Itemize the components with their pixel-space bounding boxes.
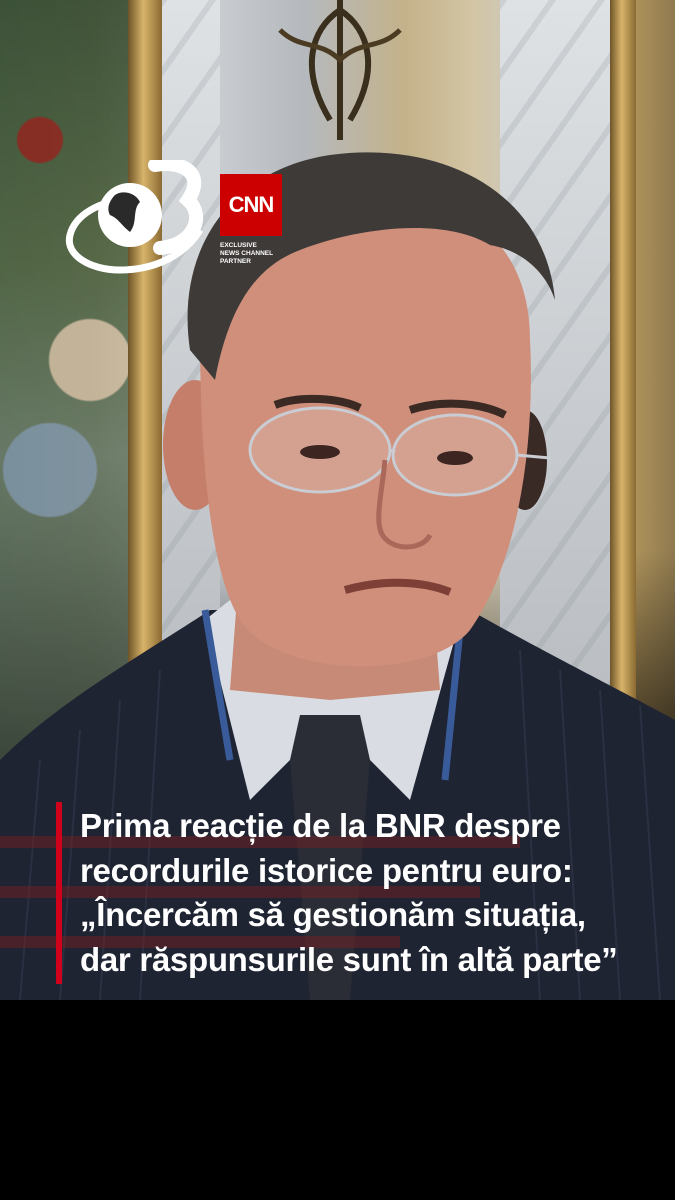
headline-line: „Încercăm să gestionăm situația, <box>80 896 586 933</box>
cnn-logo: CNN <box>220 174 282 236</box>
headline-accent-bar <box>56 802 62 984</box>
headline-block: Prima reacție de la BNR despre recorduri… <box>56 802 656 984</box>
cnn-partner-caption: EXCLUSIVE NEWS CHANNEL PARTNER <box>220 242 310 266</box>
headline-text: Prima reacție de la BNR despre recorduri… <box>80 804 656 982</box>
headline-line: dar răspunsurile sunt în altă parte” <box>80 940 618 978</box>
cnn-partner-line: EXCLUSIVE <box>220 242 257 249</box>
cnn-logo-text: CNN <box>228 192 275 217</box>
headline-line: recordurile istorice pentru euro: <box>80 851 573 889</box>
antena3-globe-logo-icon <box>65 160 204 274</box>
broadcaster-logos: CNN EXCLUSIVE NEWS CHANNEL PARTNER <box>60 160 300 280</box>
cnn-partner-line: NEWS CHANNEL <box>220 250 274 257</box>
headline-line: Prima reacție de la BNR despre <box>80 807 561 844</box>
cnn-partner-line: PARTNER <box>220 258 251 265</box>
